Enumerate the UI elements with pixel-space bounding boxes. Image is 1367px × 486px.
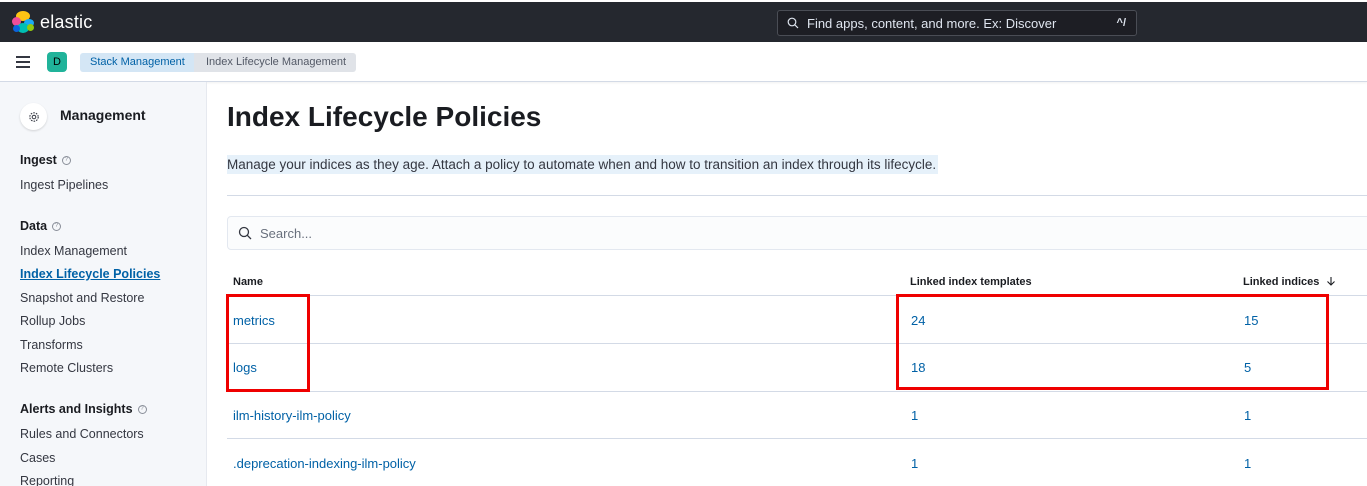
gear-icon xyxy=(20,103,47,130)
linked-templates-link[interactable]: 1 xyxy=(911,456,918,471)
menu-icon[interactable] xyxy=(16,56,30,68)
sidebar-heading-label: Ingest xyxy=(20,153,57,167)
row-divider xyxy=(227,438,1367,439)
global-search-input[interactable]: Find apps, content, and more. Ex: Discov… xyxy=(777,10,1137,36)
global-search-placeholder: Find apps, content, and more. Ex: Discov… xyxy=(807,15,1057,31)
policy-name-link[interactable]: ilm-history-ilm-policy xyxy=(233,408,351,423)
sidebar-item-remote-clusters[interactable]: Remote Clusters xyxy=(20,361,113,375)
info-icon[interactable]: ? xyxy=(52,221,62,231)
space-avatar[interactable]: D xyxy=(47,52,67,72)
row-divider xyxy=(227,391,1367,392)
sidebar-item-cases[interactable]: Cases xyxy=(20,451,55,465)
search-icon xyxy=(787,17,799,29)
elastic-logo[interactable]: elastic xyxy=(12,10,92,34)
sidebar: Management Ingest ? Ingest Pipelines Dat… xyxy=(0,82,207,486)
highlight-box-counts xyxy=(896,294,1329,390)
sort-descending-icon xyxy=(1327,277,1336,286)
sidebar-section-alerts-and-insights: Alerts and Insights ? xyxy=(20,402,147,416)
brand-name: elastic xyxy=(40,11,93,32)
sidebar-item-rules-and-connectors[interactable]: Rules and Connectors xyxy=(20,427,144,441)
elastic-logo-icon xyxy=(12,11,34,33)
policy-search-field[interactable] xyxy=(227,216,1367,250)
sidebar-item-reporting[interactable]: Reporting xyxy=(20,474,74,486)
keyboard-shortcut-badge: ^/ xyxy=(1116,17,1126,29)
linked-templates-link[interactable]: 1 xyxy=(911,408,918,423)
sidebar-item-index-management[interactable]: Index Management xyxy=(20,244,127,258)
sidebar-heading-label: Alerts and Insights xyxy=(20,402,133,416)
sidebar-item-rollup-jobs[interactable]: Rollup Jobs xyxy=(20,314,85,328)
page-title: Index Lifecycle Policies xyxy=(227,101,542,132)
sidebar-item-index-lifecycle-policies[interactable]: Index Lifecycle Policies xyxy=(20,267,160,281)
sidebar-section-data: Data ? xyxy=(20,219,62,233)
sidebar-item-transforms[interactable]: Transforms xyxy=(20,338,83,352)
sidebar-heading-label: Data xyxy=(20,219,48,233)
linked-indices-link[interactable]: 1 xyxy=(1244,408,1251,423)
top-header: elastic Find apps, content, and more. Ex… xyxy=(0,0,1367,42)
breadcrumb-bar: D Stack Management Index Lifecycle Manag… xyxy=(0,42,1367,82)
search-input[interactable] xyxy=(260,225,860,241)
sidebar-title: Management xyxy=(60,107,146,123)
page-description: Manage your indices as they age. Attach … xyxy=(227,155,939,174)
sidebar-item-ingest-pipelines[interactable]: Ingest Pipelines xyxy=(20,178,108,192)
sidebar-section-ingest: Ingest ? xyxy=(20,153,71,167)
divider xyxy=(227,195,1367,196)
search-icon xyxy=(238,226,252,240)
column-header-name[interactable]: Name xyxy=(233,276,263,288)
policy-name-link[interactable]: .deprecation-indexing-ilm-policy xyxy=(233,456,416,471)
column-header-label: Linked indices xyxy=(1243,276,1320,288)
linked-indices-link[interactable]: 1 xyxy=(1244,456,1251,471)
breadcrumb-index-lifecycle-management: Index Lifecycle Management xyxy=(194,53,357,72)
info-icon[interactable]: ? xyxy=(61,155,71,165)
sidebar-item-snapshot-and-restore[interactable]: Snapshot and Restore xyxy=(20,291,144,305)
info-icon[interactable]: ? xyxy=(137,404,147,414)
highlight-box-names xyxy=(226,294,310,392)
breadcrumb-stack-management[interactable]: Stack Management xyxy=(80,53,195,72)
column-header-linked-index-templates[interactable]: Linked index templates xyxy=(910,276,1032,288)
column-header-linked-indices[interactable]: Linked indices xyxy=(1243,276,1336,288)
